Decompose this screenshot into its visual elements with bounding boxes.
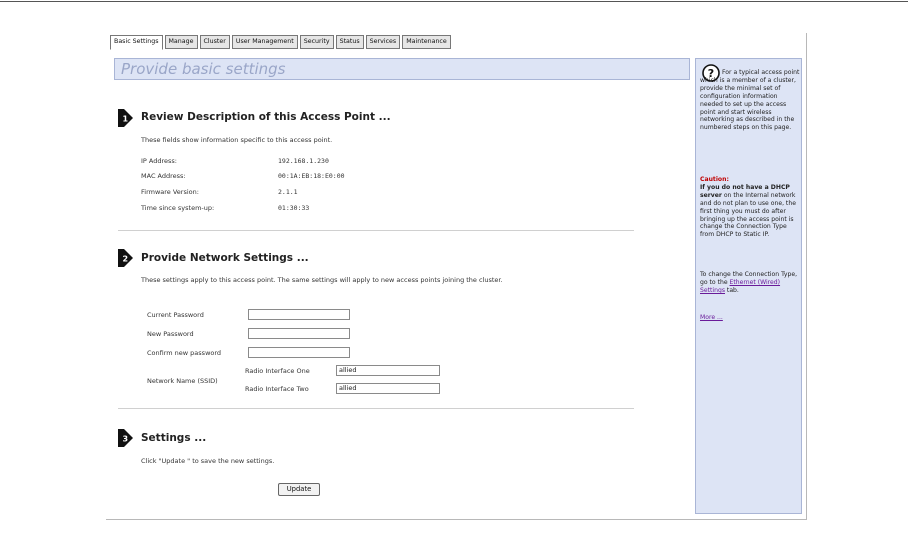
step-3-number: 3 [123,434,129,443]
step-2-badge: 2 [118,249,133,267]
section-2-description: These settings apply to this access poin… [141,276,503,284]
tab-security[interactable]: Security [299,35,334,49]
ip-address-label: IP Address: [141,157,177,165]
radio-two-label: Radio Interface Two [245,385,309,393]
tab-manage[interactable]: Manage [164,35,198,49]
section-divider [118,408,634,409]
section-1-description: These fields show information specific t… [141,136,333,144]
radio-two-ssid-input[interactable]: allied [336,383,440,394]
window-top-border [0,1,908,2]
page-title: Provide basic settings [114,58,690,80]
mac-address-label: MAC Address: [141,172,186,180]
section-1-title: Review Description of this Access Point … [141,111,391,123]
step-1-number: 1 [123,114,129,123]
caution-text: on the Internal network and do not plan … [700,191,796,239]
tab-maintenance[interactable]: Maintenance [402,35,451,49]
step-1-badge: 1 [118,109,133,127]
main-panel: Provide basic settings 1 Review Descript… [114,58,690,514]
help-connection-block: To change the Connection Type, go to the… [700,271,800,295]
firmware-version-label: Firmware Version: [141,188,199,196]
new-password-input[interactable] [248,328,350,339]
ip-address-value: 192.168.1.230 [278,157,329,165]
update-button[interactable]: Update [278,483,320,496]
radio-one-label: Radio Interface One [245,367,310,375]
tab-cluster[interactable]: Cluster [199,35,230,49]
tab-bar: Basic Settings Manage Cluster User Manag… [110,35,451,50]
section-2-title: Provide Network Settings ... [141,252,309,264]
more-link[interactable]: More ... [700,314,723,321]
tab-suffix-text: tab. [725,286,739,294]
uptime-label: Time since system-up: [141,204,215,212]
confirm-password-label: Confirm new password [147,349,222,357]
section-divider [118,230,634,231]
confirm-password-input[interactable] [248,347,350,358]
ssid-label: Network Name (SSID) [147,377,218,385]
section-3-description: Click "Update " to save the new settings… [141,457,275,465]
step-2-number: 2 [123,254,129,263]
current-password-label: Current Password [147,311,204,319]
help-more-block: More ... [700,314,723,322]
uptime-value: 01:30:33 [278,204,310,212]
tab-user-management[interactable]: User Management [231,35,298,49]
tab-status[interactable]: Status [335,35,364,49]
mac-address-value: 00:1A:EB:18:E0:00 [278,172,345,180]
firmware-version-value: 2.1.1 [278,188,298,196]
step-3-badge: 3 [118,429,133,447]
section-3-title: Settings ... [141,432,207,444]
help-intro-text: For a typical access point which is a me… [700,69,800,132]
tab-services[interactable]: Services [365,35,401,49]
help-panel: ? For a typical access point which is a … [695,58,802,514]
new-password-label: New Password [147,330,194,338]
caution-title: Caution: [700,176,729,183]
radio-one-ssid-input[interactable]: allied [336,365,440,376]
help-caution-block: Caution: If you do not have a DHCP serve… [700,176,800,239]
tab-basic-settings[interactable]: Basic Settings [110,35,163,50]
current-password-input[interactable] [248,309,350,320]
